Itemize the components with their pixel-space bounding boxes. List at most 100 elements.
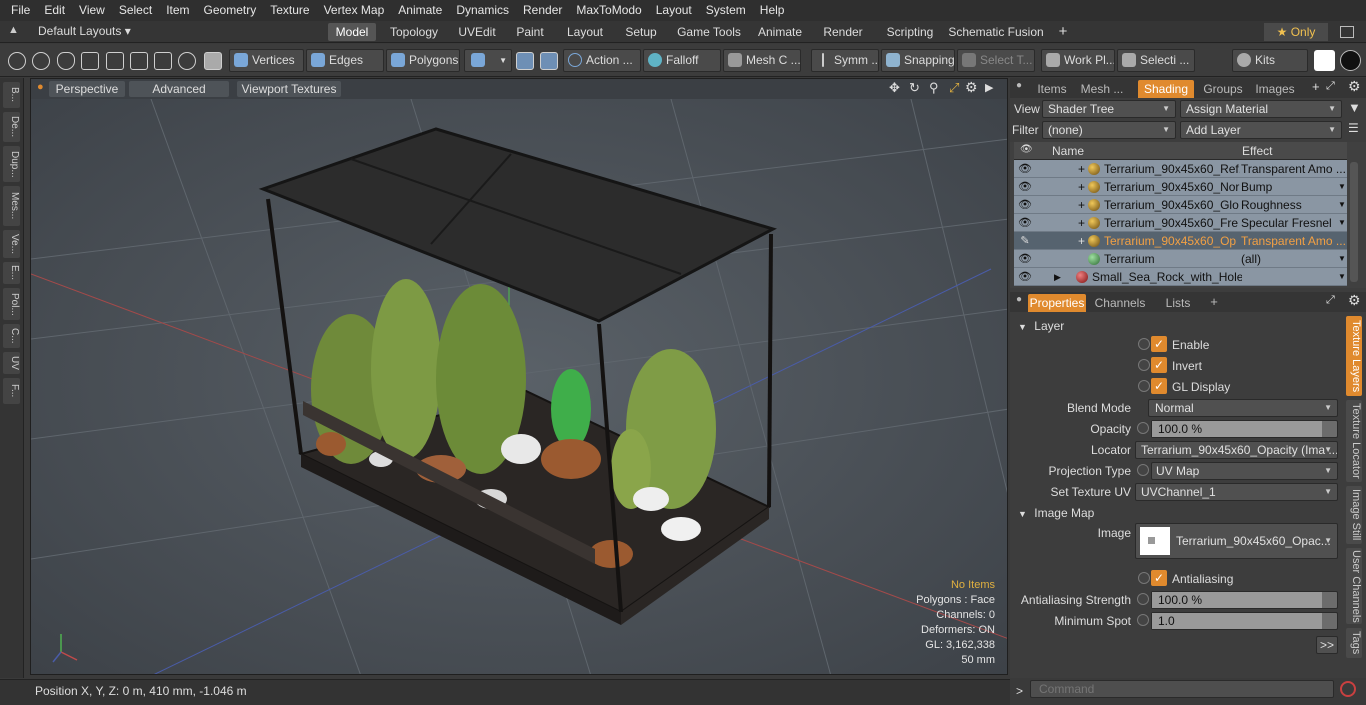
- symmetry-shield-icon[interactable]: [516, 52, 534, 70]
- more-options-button[interactable]: >>: [1316, 636, 1338, 654]
- locator-dropdown[interactable]: Terrarium_90x45x60_Opacity (Ima ...: [1135, 441, 1338, 459]
- layout-menu-icon[interactable]: ▲: [8, 24, 19, 36]
- shader-row-opacity-selected[interactable]: ✎ + Terrarium_90x45x60_Op ... Transparen…: [1014, 232, 1347, 250]
- move-icon[interactable]: [130, 52, 148, 70]
- layer-section-header[interactable]: ▼ Layer: [1018, 318, 1348, 334]
- perspective-button[interactable]: Perspective: [49, 81, 125, 97]
- visibility-eye-icon[interactable]: 👁: [1018, 250, 1032, 268]
- menu-texture[interactable]: Texture: [263, 0, 316, 21]
- opacity-slider[interactable]: 100.0 %: [1151, 420, 1338, 438]
- globe-icon[interactable]: [32, 52, 50, 70]
- tab-layout[interactable]: Layout: [560, 23, 610, 41]
- effect-dropdown-icon[interactable]: ▼: [1338, 214, 1346, 232]
- tab-setup[interactable]: Setup: [618, 23, 664, 41]
- layer-effect[interactable]: Transparent Amo ...: [1241, 160, 1345, 178]
- side-tab-tags[interactable]: Tags: [1346, 628, 1362, 658]
- properties-gear-icon[interactable]: ⚙: [1348, 292, 1361, 309]
- effect-dropdown-icon[interactable]: ▼: [1338, 250, 1346, 268]
- soft-shield-icon[interactable]: [540, 52, 558, 70]
- gl-display-checkbox[interactable]: ✓: [1151, 378, 1167, 394]
- layer-effect[interactable]: Bump: [1241, 178, 1345, 196]
- menu-layout[interactable]: Layout: [649, 0, 699, 21]
- set-texture-uv-dropdown[interactable]: UVChannel_1: [1135, 483, 1338, 501]
- menu-help[interactable]: Help: [753, 0, 792, 21]
- item-mode-icon[interactable]: [204, 52, 222, 70]
- shader-tree-scrollbar[interactable]: [1350, 162, 1358, 282]
- edges-button[interactable]: Edges: [306, 49, 384, 72]
- properties-expand-icon[interactable]: ⤢: [1326, 294, 1335, 307]
- aa-strength-slider[interactable]: 100.0 %: [1151, 591, 1338, 609]
- menu-dynamics[interactable]: Dynamics: [449, 0, 516, 21]
- menu-geometry[interactable]: Geometry: [197, 0, 264, 21]
- work-plane-button[interactable]: Work Pl...: [1041, 49, 1115, 72]
- selection-sets-button[interactable]: Selecti ...: [1117, 49, 1195, 72]
- menu-maxtomodo[interactable]: MaxToModo: [569, 0, 648, 21]
- panel-toggle-icon[interactable]: [1340, 26, 1354, 38]
- left-tab-basic[interactable]: B...: [3, 82, 20, 108]
- left-tab-polygon[interactable]: Pol...: [3, 288, 20, 320]
- unreal-icon[interactable]: [1340, 50, 1361, 71]
- select-circle-icon[interactable]: [8, 52, 26, 70]
- snapping-button[interactable]: Snapping: [881, 49, 955, 72]
- antialiasing-checkbox[interactable]: ✓: [1151, 570, 1167, 586]
- enable-checkbox[interactable]: ✓: [1151, 336, 1167, 352]
- 3d-viewport[interactable]: ● Perspective Advanced Viewport Textures…: [30, 78, 1008, 675]
- layer-effect[interactable]: Transparent Amo ...: [1241, 232, 1345, 250]
- only-button[interactable]: ★ Only: [1264, 23, 1328, 41]
- transform-icon[interactable]: [178, 52, 196, 70]
- effect-dropdown-icon[interactable]: ▼: [1338, 178, 1346, 196]
- tab-game-tools[interactable]: Game Tools: [674, 23, 744, 41]
- antialiasing-anim-dot[interactable]: [1138, 572, 1150, 584]
- mesh-constraints-button[interactable]: Mesh C ...: [723, 49, 801, 72]
- paint-brush-icon[interactable]: ✎: [1018, 232, 1032, 250]
- left-tab-deform[interactable]: De...: [3, 112, 20, 142]
- layer-effect[interactable]: Roughness: [1241, 196, 1345, 214]
- tab-schematic-fusion[interactable]: Schematic Fusion: [948, 23, 1044, 41]
- shader-row-normal[interactable]: 👁 + Terrarium_90x45x60_Nor ... Bump ▼: [1014, 178, 1347, 196]
- view-dropdown[interactable]: Shader Tree: [1042, 100, 1176, 118]
- projection-anim-dot[interactable]: [1137, 464, 1149, 476]
- gl-display-anim-dot[interactable]: [1138, 380, 1150, 392]
- invert-checkbox[interactable]: ✓: [1151, 357, 1167, 373]
- left-tab-mesh-edit[interactable]: Mes...: [3, 186, 20, 226]
- shader-options-icon[interactable]: ☰: [1348, 121, 1359, 135]
- brush-icon[interactable]: [81, 52, 99, 70]
- expand-plus-icon[interactable]: +: [1078, 196, 1085, 214]
- shader-row-reflection[interactable]: 👁 + Terrarium_90x45x60_Ref... Transparen…: [1014, 160, 1347, 178]
- menu-file[interactable]: File: [4, 0, 37, 21]
- symmetry-button[interactable]: Symm ...: [811, 49, 879, 72]
- visibility-eye-icon[interactable]: 👁: [1018, 268, 1032, 286]
- expand-plus-icon[interactable]: +: [1078, 160, 1085, 178]
- falloff-button[interactable]: Falloff: [643, 49, 721, 72]
- left-tab-fusion[interactable]: F...: [3, 378, 20, 404]
- projection-type-dropdown[interactable]: UV Map: [1151, 462, 1338, 480]
- modo-cube-icon[interactable]: [1314, 50, 1335, 71]
- tab-channels[interactable]: Channels: [1094, 294, 1146, 312]
- material-mode-button[interactable]: ▼: [464, 49, 512, 72]
- rotate-icon[interactable]: [106, 52, 124, 70]
- add-layer-dropdown[interactable]: Add Layer: [1180, 121, 1342, 139]
- scale-icon[interactable]: [154, 52, 172, 70]
- menu-edit[interactable]: Edit: [37, 0, 72, 21]
- image-map-section-header[interactable]: ▼ Image Map: [1018, 505, 1348, 521]
- shader-row-terrarium-material[interactable]: 👁 Terrarium (all) ▼: [1014, 250, 1347, 268]
- aa-strength-anim-dot[interactable]: [1137, 593, 1149, 605]
- vertices-button[interactable]: Vertices: [229, 49, 304, 72]
- tab-render[interactable]: Render: [816, 23, 870, 41]
- expand-arrow-icon[interactable]: ▶: [1054, 268, 1061, 286]
- select-through-button[interactable]: Select T...: [957, 49, 1035, 72]
- properties-menu-dot[interactable]: ●: [1016, 294, 1022, 305]
- blend-mode-dropdown[interactable]: Normal: [1148, 399, 1338, 417]
- tab-properties[interactable]: Properties: [1028, 294, 1086, 312]
- expand-plus-icon[interactable]: +: [1078, 214, 1085, 232]
- image-selector[interactable]: Terrarium_90x45x60_Opac...: [1135, 523, 1338, 559]
- expand-plus-icon[interactable]: +: [1078, 178, 1085, 196]
- side-tab-texture-layers[interactable]: Texture Layers: [1346, 316, 1362, 396]
- advanced-button[interactable]: Advanced: [129, 81, 229, 97]
- zoom-icon[interactable]: ⚲: [929, 80, 939, 96]
- menu-system[interactable]: System: [699, 0, 753, 21]
- menu-vertex-map[interactable]: Vertex Map: [317, 0, 392, 21]
- menu-render[interactable]: Render: [516, 0, 569, 21]
- left-tab-edge[interactable]: E...: [3, 262, 20, 284]
- tab-mesh[interactable]: Mesh ...: [1080, 80, 1124, 98]
